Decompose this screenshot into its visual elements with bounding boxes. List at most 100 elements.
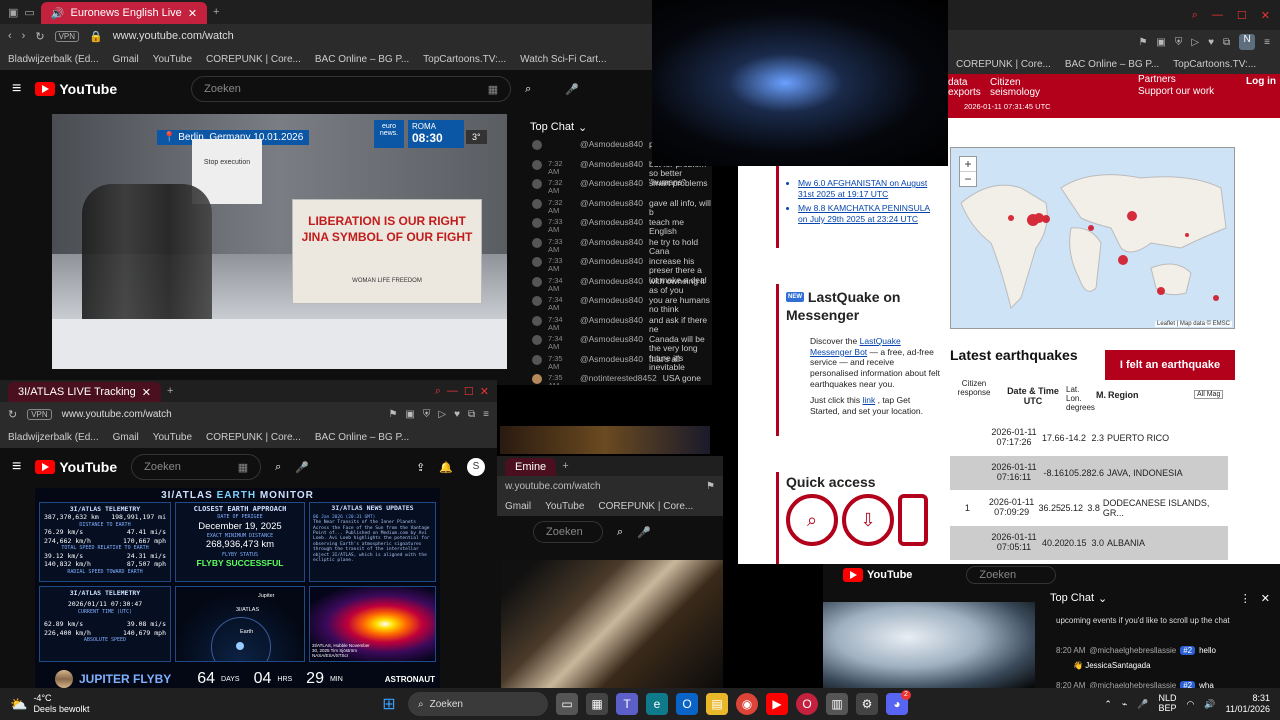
close-icon[interactable]: ✕ <box>1261 592 1270 605</box>
search-quake-icon[interactable]: ⌕ <box>786 494 838 546</box>
start-icon[interactable]: ⊞ <box>378 693 400 715</box>
back-icon[interactable]: ‹ <box>8 30 12 42</box>
guitar-video[interactable] <box>501 560 723 690</box>
outlook-icon[interactable]: O <box>676 693 698 715</box>
shield-icon[interactable]: ⛨ <box>1175 37 1183 48</box>
youtube-logo[interactable]: YouTube <box>843 568 912 582</box>
menu-icon[interactable]: ≡ <box>1264 37 1270 48</box>
bookmark-item[interactable]: Bladwijzerbalk (Ed... <box>8 432 99 443</box>
bookmark-item[interactable]: YouTube <box>545 501 584 512</box>
youtube-logo[interactable]: YouTube <box>35 459 117 475</box>
vpn-badge[interactable]: VPN <box>27 408 52 420</box>
bookmark-item[interactable]: BAC Online – BG P... <box>315 432 409 443</box>
heart-icon[interactable]: ♥ <box>454 409 460 420</box>
bookmark-item[interactable]: COREPUNK | Core... <box>206 432 301 443</box>
menu-icon[interactable]: ≡ <box>483 409 489 420</box>
opera-icon[interactable]: O <box>796 693 818 715</box>
zoom-in-button[interactable]: + <box>960 157 976 172</box>
menu-icon[interactable]: ≡ <box>12 458 21 476</box>
chrome-icon[interactable]: ◉ <box>736 693 758 715</box>
mic-icon[interactable]: 🎤 <box>637 526 651 539</box>
search-input[interactable]: Zoeken <box>966 566 1057 584</box>
nav-support[interactable]: Support our work <box>1138 86 1214 97</box>
volume-icon[interactable]: 🔊 <box>1204 699 1215 710</box>
mag-filter-select[interactable]: All Mag <box>1194 390 1224 399</box>
webcam-video[interactable] <box>652 0 948 166</box>
wifi-icon[interactable]: ◠ <box>1187 699 1195 710</box>
search-icon[interactable]: ⌕ <box>435 385 441 398</box>
reload-icon[interactable]: ↻ <box>8 408 17 421</box>
bookmark-item[interactable]: Bladwijzerbalk (Ed... <box>8 54 99 65</box>
tab-atlas[interactable]: 3I/ATLAS LIVE Tracking ✕ <box>8 382 162 402</box>
col-date[interactable]: Date & Time UTC <box>1004 386 1062 406</box>
clock[interactable]: 8:31 11/01/2026 <box>1226 693 1270 715</box>
new-tab-icon[interactable]: + <box>167 385 173 397</box>
mic-icon[interactable]: 🎤 <box>565 83 579 96</box>
search-icon[interactable]: ⌕ <box>525 83 531 96</box>
workspaces-icon[interactable]: ▣ <box>8 6 18 19</box>
bookmark-item[interactable]: COREPUNK | Core... <box>598 501 693 512</box>
vpn-badge[interactable]: VPN <box>54 30 80 42</box>
bookmark-item[interactable]: COREPUNK | Core... <box>956 59 1051 70</box>
youtube-icon[interactable]: ▶ <box>766 693 788 715</box>
bookmark-icon[interactable]: ⚑ <box>706 481 715 492</box>
minimize-icon[interactable]: — <box>447 385 458 397</box>
bookmark-item[interactable]: BAC Online – BG P... <box>1065 59 1159 70</box>
maximize-icon[interactable]: ☐ <box>1237 9 1247 22</box>
tab-emine[interactable]: Emine <box>505 458 557 476</box>
search-icon[interactable]: ⌕ <box>617 526 623 539</box>
youtube-logo[interactable]: YouTube <box>35 81 117 97</box>
new-tab-icon[interactable]: + <box>562 460 568 472</box>
chevron-up-icon[interactable]: ⌃ <box>1104 699 1112 710</box>
bookmark-item[interactable]: YouTube <box>153 54 192 65</box>
play-icon[interactable]: ▷ <box>438 409 446 420</box>
bookmark-item[interactable]: BAC Online – BG P... <box>315 54 409 65</box>
bookmark-item[interactable]: Watch Sci-Fi Cart... <box>520 54 606 65</box>
nav-data-exports[interactable]: data exports <box>948 78 981 98</box>
teams-icon[interactable]: T <box>616 693 638 715</box>
chat-header[interactable]: Top Chat ⌄ ⋮ ✕ <box>1050 592 1270 605</box>
taskbar-search[interactable]: ⌕ Zoeken <box>408 692 548 716</box>
bookmark-item[interactable]: Gmail <box>113 54 139 65</box>
discord-icon[interactable]: ◕ 2 <box>886 690 911 715</box>
bookmark-item[interactable]: YouTube <box>153 432 192 443</box>
maximize-icon[interactable]: ☐ <box>464 385 474 398</box>
widgets-icon[interactable]: ▦ <box>586 693 608 715</box>
bookmark-item[interactable]: TopCartoons.TV:... <box>423 54 506 65</box>
shield-icon[interactable]: ⛨ <box>423 409 431 420</box>
screenshot-icon[interactable]: ▣ <box>1156 37 1165 48</box>
bookmark-icon[interactable]: ⚑ <box>1138 37 1147 48</box>
earthquake-map[interactable]: + − Leaflet | Map data © EMSC <box>950 147 1235 329</box>
reload-icon[interactable]: ↻ <box>35 30 44 43</box>
avatar[interactable]: S <box>467 458 485 476</box>
bookmark-item[interactable]: COREPUNK | Core... <box>206 54 301 65</box>
keyboard-icon[interactable]: ▦ <box>238 461 248 474</box>
phone-icon[interactable] <box>898 494 928 546</box>
map-attribution[interactable]: Leaflet | Map data © EMSC <box>1154 321 1232 327</box>
bell-icon[interactable]: 🔔 <box>439 461 453 474</box>
search-icon[interactable]: ⌕ <box>1192 9 1198 22</box>
login-button[interactable]: Log in <box>1246 76 1276 87</box>
extensions-icon[interactable]: ⧉ <box>1223 37 1230 48</box>
url-field[interactable]: www.youtube.com/watch <box>62 409 172 420</box>
felt-button[interactable]: I felt an earthquake <box>1105 350 1235 380</box>
heart-icon[interactable]: ♥ <box>1208 37 1214 48</box>
play-icon[interactable]: ▷ <box>1191 37 1199 48</box>
tab-list-icon[interactable]: ▭ <box>24 6 34 19</box>
nav-partners[interactable]: Partners <box>1138 74 1176 85</box>
calculator-icon[interactable]: ▥ <box>826 693 848 715</box>
language-indicator[interactable]: NLD BEP <box>1159 693 1177 714</box>
close-tab-icon[interactable]: ✕ <box>142 386 151 399</box>
close-icon[interactable]: ✕ <box>1261 9 1270 22</box>
bookmark-item[interactable]: TopCartoons.TV:... <box>1173 59 1256 70</box>
zoom-out-button[interactable]: − <box>960 172 976 186</box>
share-icon[interactable]: ⇪ <box>416 461 425 474</box>
close-tab-icon[interactable]: ✕ <box>188 7 197 20</box>
forward-icon[interactable]: › <box>22 30 26 42</box>
menu-icon[interactable]: ≡ <box>12 80 21 98</box>
new-tab-icon[interactable]: + <box>213 6 219 18</box>
weather-widget[interactable]: ⛅ -4°C Deels bewolkt <box>0 693 200 715</box>
video-player[interactable]: 📍 Berlin, Germany 10.01.2026 euro news. … <box>52 114 507 369</box>
extensions-icon[interactable]: ⧉ <box>468 409 475 420</box>
bookmark-item[interactable]: Gmail <box>505 501 531 512</box>
